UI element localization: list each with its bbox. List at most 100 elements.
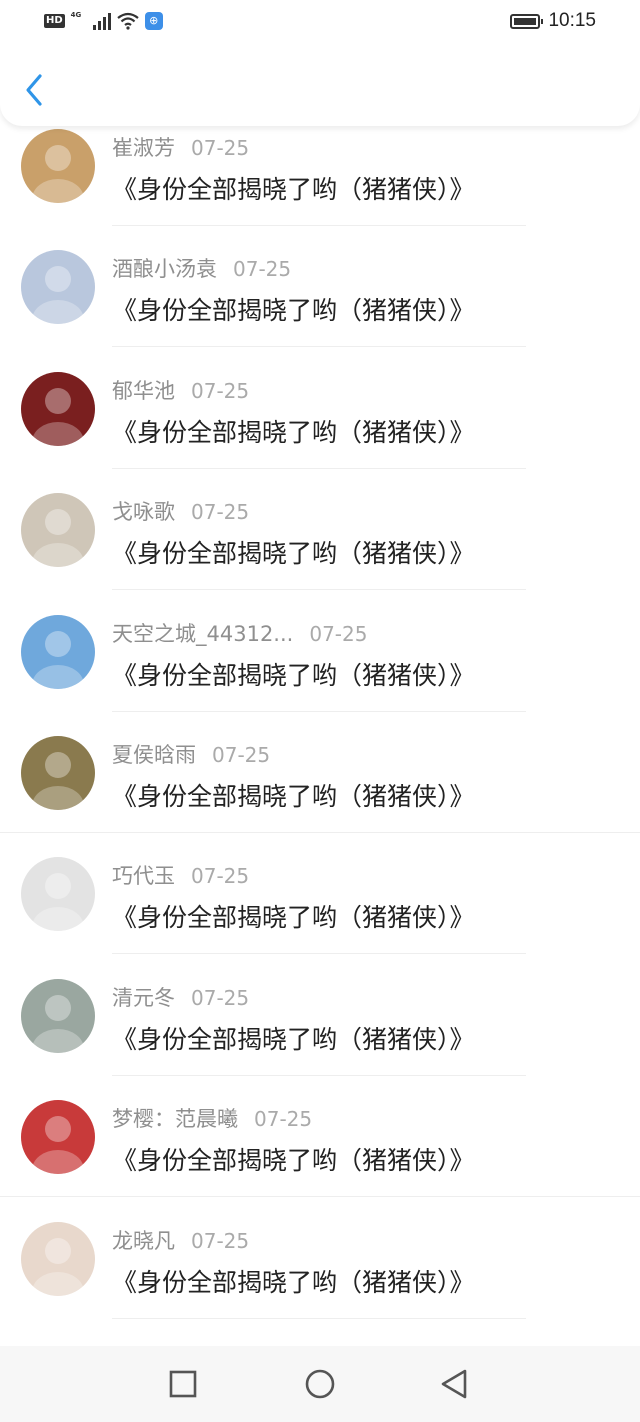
row-divider [112, 710, 526, 712]
commenter-name-text: 天空之城_44312... [112, 621, 294, 646]
row-divider [112, 953, 526, 955]
status-bar: HD 4G ⊕ 10:15 [0, 0, 640, 44]
avatar[interactable] [21, 857, 95, 932]
comment-date: 07-25 [191, 500, 250, 525]
commenter-name-text: 酒酿小汤袁 [112, 257, 217, 282]
commenter-name-text: 巧代玉 [112, 864, 175, 889]
avatar-image [21, 493, 95, 568]
comment-text: 《身份全部揭晓了哟（猪猪侠）》 [112, 660, 475, 690]
battery-icon [510, 13, 544, 29]
commenter-name[interactable]: 崔淑芳 07-25 [112, 132, 249, 162]
comment-text: 《身份全部揭晓了哟（猪猪侠）》 [112, 175, 475, 204]
avatar[interactable] [21, 978, 95, 1053]
square-icon [169, 1370, 197, 1398]
status-left: HD 4G ⊕ [44, 10, 163, 32]
comment-date: 07-25 [191, 985, 250, 1010]
comment-date: 07-25 [191, 864, 250, 889]
comment-date: 07-25 [254, 1107, 313, 1132]
comment-text: 《身份全部揭晓了哟（猪猪侠）》 [112, 1024, 475, 1054]
avatar-image [21, 250, 95, 325]
hd-badge: HD [44, 14, 65, 28]
commenter-name[interactable]: 戈咏歌 07-25 [112, 496, 249, 526]
comment-item[interactable]: 戈咏歌 07-25 《身份全部揭晓了哟（猪猪侠）》 [0, 471, 640, 592]
status-right: 10:15 [510, 10, 596, 32]
commenter-name-text: 戈咏歌 [112, 500, 175, 525]
back-button[interactable] [18, 70, 52, 110]
back-nav-button[interactable] [437, 1366, 473, 1402]
commenter-name[interactable]: 酒酿小汤袁 07-25 [112, 253, 291, 283]
comment-item[interactable]: 郁华池 07-25 《身份全部揭晓了哟（猪猪侠）》 [0, 350, 640, 471]
commenter-name-text: 梦樱：范晨曦 [112, 1107, 238, 1132]
recent-apps-button[interactable] [165, 1366, 201, 1402]
comment-item[interactable]: 天空之城_44312... 07-25 《身份全部揭晓了哟（猪猪侠）》 [0, 593, 640, 714]
wifi-icon [116, 12, 139, 30]
comment-item[interactable]: 巧代玉 07-25 《身份全部揭晓了哟（猪猪侠）》 [0, 835, 640, 956]
commenter-name[interactable]: 清元冬 07-25 [112, 982, 249, 1012]
avatar[interactable] [21, 1100, 95, 1175]
avatar-image [21, 735, 95, 810]
comment-date: 07-25 [212, 742, 271, 767]
avatar[interactable] [21, 371, 95, 446]
comment-item[interactable]: 清元冬 07-25 《身份全部揭晓了哟（猪猪侠）》 [0, 957, 640, 1078]
comment-text: 《身份全部揭晓了哟（猪猪侠）》 [112, 296, 475, 326]
row-divider [112, 225, 526, 226]
commenter-name[interactable]: 龙晓凡 07-25 [112, 1225, 249, 1255]
avatar-image [21, 978, 95, 1053]
avatar[interactable] [21, 493, 95, 568]
avatar-image [21, 857, 95, 932]
avatar-image [21, 614, 95, 689]
system-nav-bar [0, 1346, 640, 1422]
commenter-name-text: 龙晓凡 [112, 1228, 175, 1253]
row-divider [112, 467, 526, 469]
comment-text: 《身份全部揭晓了哟（猪猪侠）》 [112, 417, 475, 447]
row-divider [112, 589, 526, 591]
avatar[interactable] [21, 1221, 95, 1296]
comment-text: 《身份全部揭晓了哟（猪猪侠）》 [112, 1146, 475, 1176]
avatar[interactable] [21, 614, 95, 689]
avatar[interactable] [21, 735, 95, 810]
chevron-left-icon [26, 74, 42, 106]
comment-item[interactable]: 龙晓凡 07-25 《身份全部揭晓了哟（猪猪侠）》 [0, 1200, 640, 1321]
comment-text: 《身份全部揭晓了哟（猪猪侠）》 [112, 539, 475, 569]
avatar[interactable] [21, 129, 95, 203]
row-divider [112, 346, 526, 348]
row-divider [0, 1196, 640, 1198]
comment-date: 07-25 [191, 136, 250, 160]
row-divider [112, 1074, 526, 1076]
commenter-name[interactable]: 巧代玉 07-25 [112, 860, 249, 890]
comment-item[interactable]: 酒酿小汤袁 07-25 《身份全部揭晓了哟（猪猪侠）》 [0, 228, 640, 349]
row-divider [0, 831, 640, 833]
row-divider [112, 1317, 526, 1319]
comment-date: 07-25 [233, 257, 292, 282]
comment-text: 《身份全部揭晓了哟（猪猪侠）》 [112, 1267, 475, 1297]
comment-date: 07-25 [309, 621, 368, 646]
circle-icon [305, 1369, 335, 1399]
avatar-image [21, 1100, 95, 1175]
avatar[interactable] [21, 250, 95, 325]
signal-icon [92, 12, 111, 30]
comment-text: 《身份全部揭晓了哟（猪猪侠）》 [112, 781, 475, 811]
commenter-name[interactable]: 夏侯晗雨 07-25 [112, 739, 270, 769]
network-label: 4G [70, 11, 82, 19]
clock: 10:15 [548, 10, 596, 31]
avatar-image [21, 129, 95, 203]
commenter-name-text: 夏侯晗雨 [112, 742, 196, 767]
header-bar [0, 44, 640, 126]
comment-text: 《身份全部揭晓了哟（猪猪侠）》 [112, 903, 475, 933]
commenter-name-text: 清元冬 [112, 985, 175, 1010]
commenter-name[interactable]: 郁华池 07-25 [112, 375, 249, 405]
home-button[interactable] [302, 1366, 338, 1402]
comment-item[interactable]: 夏侯晗雨 07-25 《身份全部揭晓了哟（猪猪侠）》 [0, 714, 640, 835]
comment-date: 07-25 [191, 1228, 250, 1253]
commenter-name-text: 郁华池 [112, 378, 175, 403]
comment-item[interactable]: 梦樱：范晨曦 07-25 《身份全部揭晓了哟（猪猪侠）》 [0, 1078, 640, 1199]
comment-list[interactable]: 崔淑芳 07-25 《身份全部揭晓了哟（猪猪侠）》 酒酿小汤袁 07-25 《身份全部揭晓… [0, 107, 640, 1321]
comment-date: 07-25 [191, 378, 250, 403]
network-type: 4G [71, 11, 87, 31]
avatar-image [21, 1221, 95, 1296]
commenter-name-text: 崔淑芳 [112, 136, 175, 160]
app-notification-icon: ⊕ [144, 12, 163, 30]
commenter-name[interactable]: 梦樱：范晨曦 07-25 [112, 1103, 312, 1133]
avatar-image [21, 371, 95, 446]
commenter-name[interactable]: 天空之城_44312... 07-25 [112, 618, 367, 648]
